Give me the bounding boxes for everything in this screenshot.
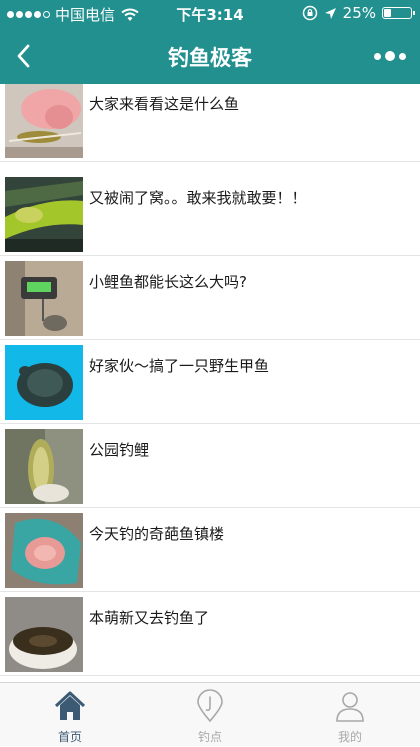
tab-bar: 首页 钓点 我的 <box>0 682 420 746</box>
user-icon <box>336 692 364 722</box>
post-title: 今天钓的奇葩鱼镇楼 <box>89 525 225 543</box>
more-icon <box>374 52 381 60</box>
nav-bar: 钓鱼极客 <box>0 28 420 84</box>
post-title: 又被闹了窝。。敢来我就敢要！！ <box>89 189 307 207</box>
post-title: 公园钓鲤 <box>89 441 150 459</box>
post-thumbnail <box>5 429 83 504</box>
post-list: 大家来看看这是什么鱼 又被闹了窝。。敢来我就敢要！！ 小鲤鱼都能长这么大吗? 好… <box>0 84 420 682</box>
post-thumbnail <box>5 513 83 588</box>
post-thumbnail <box>5 597 83 672</box>
battery-percent: 25% <box>342 4 376 22</box>
post-title: 大家来看看这是什么鱼 <box>89 95 240 113</box>
page-title: 钓鱼极客 <box>168 46 252 70</box>
tab-label: 钓点 <box>197 730 222 744</box>
tab-fishing-spots[interactable]: 钓点 <box>140 683 280 747</box>
more-button[interactable] <box>368 40 412 72</box>
post-thumbnail <box>5 345 83 420</box>
location-pin-icon <box>197 689 223 723</box>
list-item[interactable]: 大家来看看这是什么鱼 <box>0 84 420 162</box>
post-thumbnail <box>5 84 83 158</box>
list-item[interactable]: 本萌新又去钓鱼了 <box>0 592 420 676</box>
post-thumbnail <box>5 261 83 336</box>
post-title: 好家伙～搞了一只野生甲鱼 <box>89 357 270 375</box>
list-item[interactable]: 又被闹了窝。。敢来我就敢要！！ <box>0 172 420 256</box>
post-title: 本萌新又去钓鱼了 <box>89 609 210 627</box>
battery-icon <box>382 7 415 19</box>
list-item[interactable]: 好家伙～搞了一只野生甲鱼 <box>0 340 420 424</box>
tab-home[interactable]: 首页 <box>0 683 140 747</box>
tab-label: 首页 <box>57 730 82 744</box>
home-icon <box>54 691 86 720</box>
rotation-lock-icon <box>302 5 317 21</box>
post-thumbnail <box>5 177 83 252</box>
tab-profile[interactable]: 我的 <box>280 683 420 747</box>
list-item[interactable]: 公园钓鲤 <box>0 424 420 508</box>
status-right: 25% <box>302 4 415 22</box>
location-arrow-icon <box>324 7 336 19</box>
top-bar: 中国电信 下午3:14 25% 钓鱼极客 <box>0 0 420 84</box>
post-title: 小鲤鱼都能长这么大吗? <box>89 273 247 291</box>
tab-label: 我的 <box>337 730 362 744</box>
list-item[interactable]: 小鲤鱼都能长这么大吗? <box>0 256 420 340</box>
status-bar: 中国电信 下午3:14 25% <box>0 0 420 28</box>
list-item[interactable]: 今天钓的奇葩鱼镇楼 <box>0 508 420 592</box>
